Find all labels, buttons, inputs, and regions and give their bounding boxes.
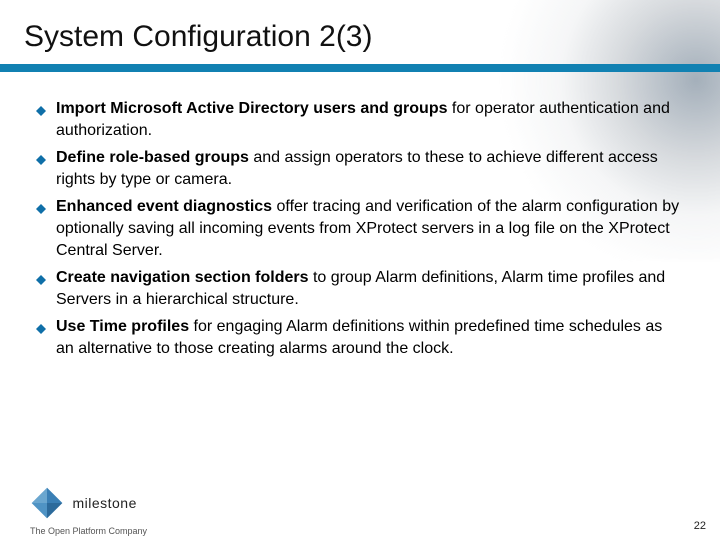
title-rule bbox=[0, 64, 720, 72]
brand-name: milestone bbox=[72, 495, 136, 511]
footer: milestone The Open Platform Company 22 bbox=[0, 464, 720, 540]
bullet-item: Enhanced event diagnostics offer tracing… bbox=[36, 196, 684, 261]
brand-tagline: The Open Platform Company bbox=[30, 526, 147, 536]
bullet-item: Create navigation section folders to gro… bbox=[36, 267, 684, 310]
bullet-lead: Use Time profiles bbox=[56, 318, 189, 335]
bullet-item: Import Microsoft Active Directory users … bbox=[36, 98, 684, 141]
diamond-icon bbox=[30, 486, 64, 520]
page-number: 22 bbox=[694, 520, 706, 532]
bullet-list: Import Microsoft Active Directory users … bbox=[36, 98, 684, 360]
content-area: Import Microsoft Active Directory users … bbox=[0, 72, 720, 360]
slide-title: System Configuration 2(3) bbox=[0, 0, 720, 64]
bullet-lead: Import Microsoft Active Directory users … bbox=[56, 100, 447, 117]
bullet-item: Define role-based groups and assign oper… bbox=[36, 147, 684, 190]
bullet-lead: Enhanced event diagnostics bbox=[56, 198, 272, 215]
brand-logo: milestone bbox=[30, 486, 137, 520]
bullet-lead: Define role-based groups bbox=[56, 149, 249, 166]
bullet-lead: Create navigation section folders bbox=[56, 269, 309, 286]
bullet-item: Use Time profiles for engaging Alarm def… bbox=[36, 316, 684, 359]
